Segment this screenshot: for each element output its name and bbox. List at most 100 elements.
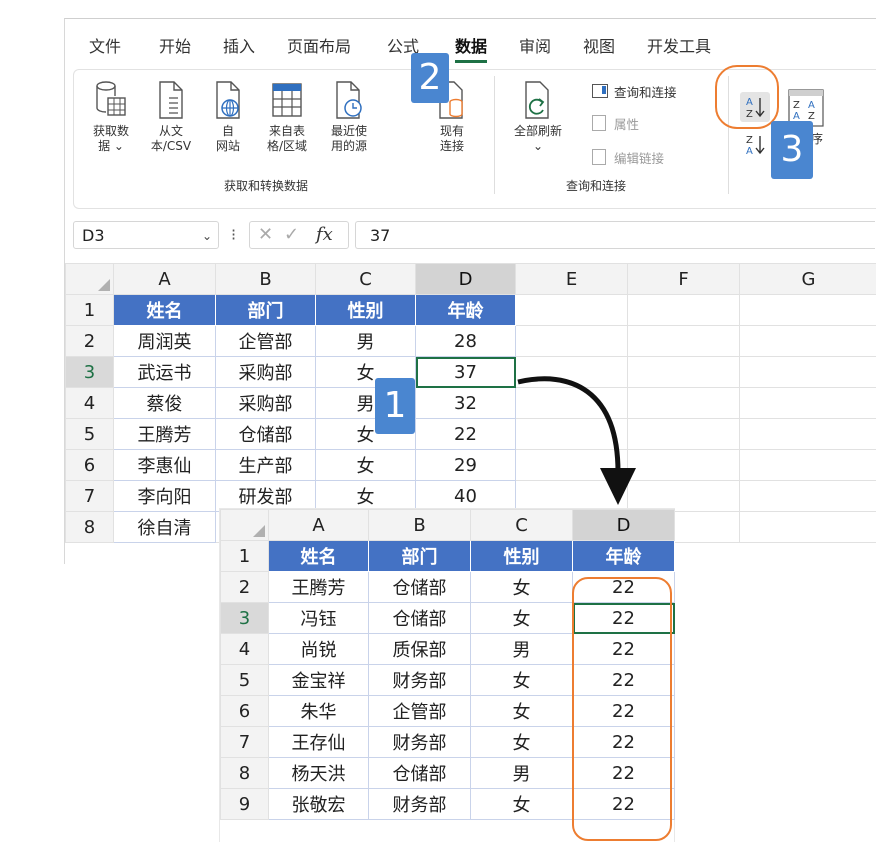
column-header[interactable]: B [368,509,471,541]
cell[interactable]: 蔡俊 [113,387,216,419]
cell[interactable]: 徐自清 [113,511,216,543]
row-header[interactable]: 4 [65,387,114,419]
tab-file[interactable]: 文件 [89,33,121,57]
row-header[interactable]: 6 [220,695,269,727]
cell[interactable]: 仓储部 [368,602,471,634]
row-header[interactable]: 5 [220,664,269,696]
cell[interactable]: 女 [315,480,416,512]
insert-function-icon[interactable]: fx [316,224,333,245]
refresh-all-button[interactable]: 全部刷新 ⌄ [506,80,570,154]
cell[interactable] [739,387,876,419]
row-header[interactable]: 3 [220,602,269,634]
cell[interactable]: 张敬宏 [268,788,369,820]
cell[interactable]: 王腾芳 [268,571,369,603]
row-header[interactable]: 8 [65,511,114,543]
cell[interactable]: 男 [470,633,573,665]
row-header[interactable]: 5 [65,418,114,450]
cell[interactable]: 金宝祥 [268,664,369,696]
cell[interactable]: 采购部 [215,356,316,388]
cell[interactable] [739,294,876,326]
column-header[interactable]: C [470,509,573,541]
cell[interactable]: 男 [315,325,416,357]
cancel-icon[interactable]: ✕ [258,224,273,245]
cell[interactable]: 女 [470,788,573,820]
tab-developer[interactable]: 开发工具 [647,33,711,57]
queries-connections-button[interactable]: 查询和连接 [592,82,677,101]
tab-home[interactable]: 开始 [159,33,191,57]
cell[interactable]: 女 [470,695,573,727]
cell[interactable]: 生产部 [215,449,316,481]
column-header[interactable]: D [572,509,675,541]
recent-sources-button[interactable]: 最近使 用的源 [322,80,376,154]
cell[interactable] [627,294,740,326]
table-header-cell[interactable]: 年龄 [415,294,516,326]
column-header[interactable]: A [113,263,216,295]
cell[interactable]: 女 [470,664,573,696]
row-header[interactable]: 7 [220,726,269,758]
from-table-range-button[interactable]: 来自表 格/区域 [260,80,314,154]
cell[interactable]: 质保部 [368,633,471,665]
cell[interactable]: 朱华 [268,695,369,727]
row-header[interactable]: 1 [220,540,269,572]
cell[interactable] [739,449,876,481]
cell[interactable]: 女 [315,449,416,481]
table-header-cell[interactable]: 年龄 [572,540,675,572]
tab-data[interactable]: 数据 [455,33,488,63]
cell[interactable] [515,294,628,326]
row-header[interactable]: 2 [220,571,269,603]
cell[interactable] [739,511,876,543]
tab-view[interactable]: 视图 [583,33,615,57]
cell[interactable]: 仓储部 [368,757,471,789]
table-header-cell[interactable]: 部门 [215,294,316,326]
cell[interactable] [739,418,876,450]
name-box[interactable]: D3 ⌄ [73,221,219,249]
column-header[interactable]: E [515,263,628,295]
cell[interactable]: 财务部 [368,788,471,820]
from-text-csv-button[interactable]: 从文 本/CSV [146,80,196,154]
cell[interactable]: 28 [415,325,516,357]
select-all-corner[interactable] [220,509,269,541]
table-header-cell[interactable]: 姓名 [268,540,369,572]
column-header[interactable]: C [315,263,416,295]
table-header-cell[interactable]: 性别 [470,540,573,572]
row-header[interactable]: 7 [65,480,114,512]
row-header[interactable]: 9 [220,788,269,820]
cell[interactable]: 周润英 [113,325,216,357]
column-header[interactable]: B [215,263,316,295]
cell[interactable]: 女 [470,726,573,758]
row-header[interactable]: 4 [220,633,269,665]
cell[interactable] [739,480,876,512]
row-header[interactable]: 2 [65,325,114,357]
cell[interactable]: 仓储部 [215,418,316,450]
cell[interactable]: 企管部 [215,325,316,357]
row-header[interactable]: 1 [65,294,114,326]
column-header[interactable]: D [415,263,516,295]
cell[interactable]: 尚锐 [268,633,369,665]
properties-button[interactable]: 属性 [592,114,639,133]
cell[interactable] [515,325,628,357]
cell[interactable]: 女 [470,571,573,603]
cell[interactable]: 李向阳 [113,480,216,512]
cell[interactable]: 男 [470,757,573,789]
column-header[interactable]: A [268,509,369,541]
cell[interactable]: 研发部 [215,480,316,512]
column-header[interactable]: F [627,263,740,295]
sort-descending-button[interactable]: Z A [740,132,770,158]
enter-icon[interactable]: ✓ [284,224,299,245]
get-data-button[interactable]: 获取数 据 ⌄ [86,80,136,154]
tab-page-layout[interactable]: 页面布局 [287,33,351,57]
more-options-icon[interactable]: ⁝ [231,225,236,244]
cell[interactable]: 李惠仙 [113,449,216,481]
cell[interactable]: 王存仙 [268,726,369,758]
table-header-cell[interactable]: 部门 [368,540,471,572]
cell[interactable]: 采购部 [215,387,316,419]
cell[interactable]: 杨天洪 [268,757,369,789]
cell[interactable] [739,325,876,357]
cell[interactable]: 财务部 [368,664,471,696]
from-web-button[interactable]: 自 网站 [206,80,250,154]
select-all-corner[interactable] [65,263,114,295]
cell[interactable]: 武运书 [113,356,216,388]
cell[interactable]: 冯钰 [268,602,369,634]
cell[interactable] [627,325,740,357]
row-header[interactable]: 6 [65,449,114,481]
